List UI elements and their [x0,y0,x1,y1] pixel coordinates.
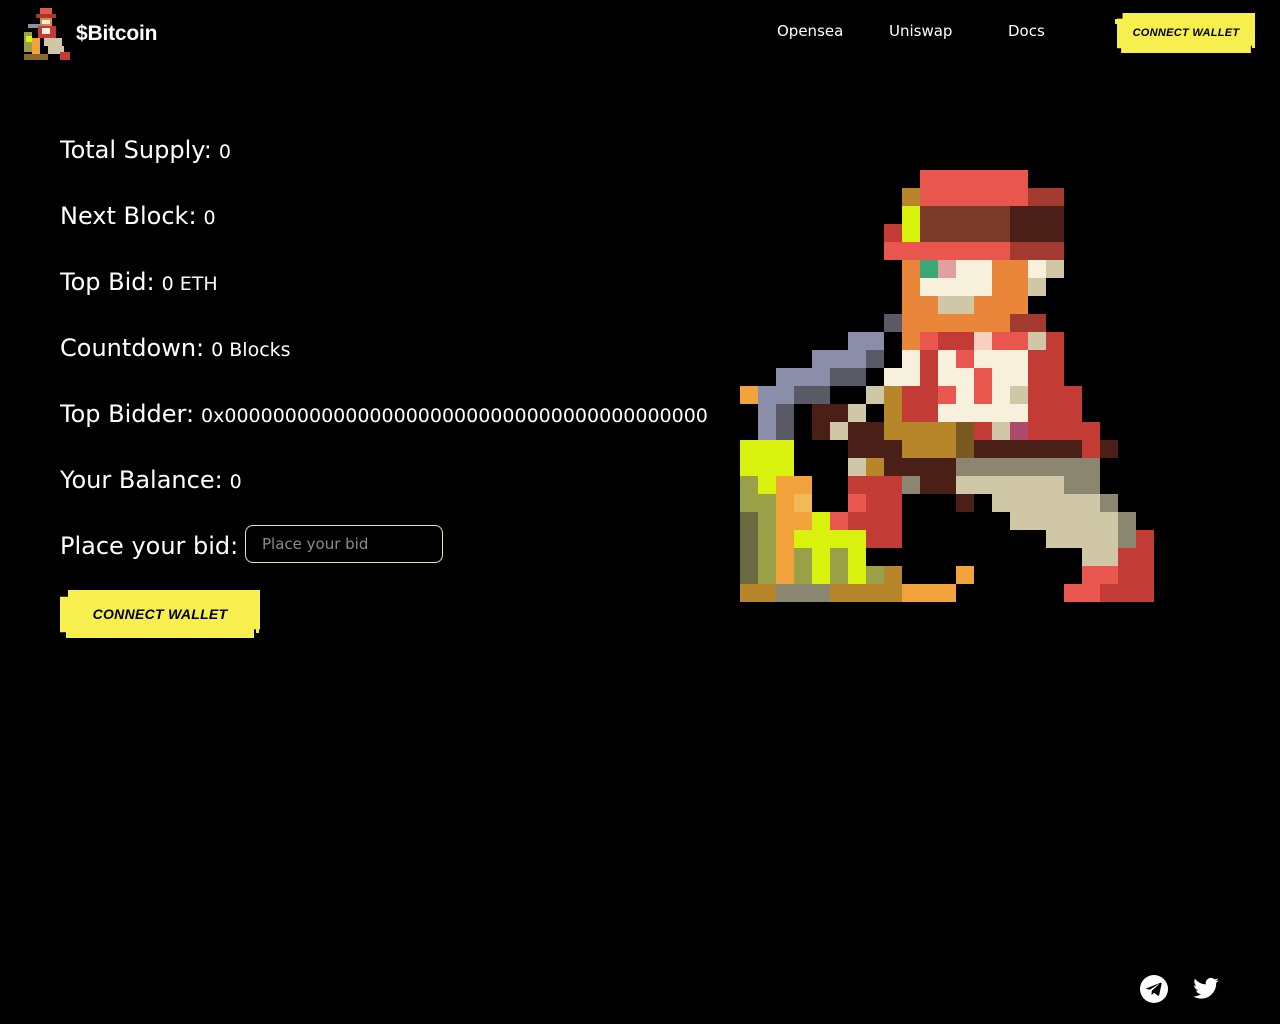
miner-illustration [740,170,1154,602]
twitter-icon[interactable] [1192,974,1220,1004]
connect-wallet-button-header[interactable]: Connect Wallet [1117,13,1255,53]
stat-value: 0x00000000000000000000000000000000000000… [201,405,708,427]
connect-wallet-button[interactable]: Connect Wallet [60,590,260,638]
stat-your-balance: Your Balance: 0 [60,466,242,494]
nav-link-opensea[interactable]: Opensea [777,22,843,40]
stat-value: 0 [218,141,231,163]
telegram-icon[interactable] [1139,974,1169,1004]
stat-label: Countdown: [60,334,205,362]
stat-countdown: Countdown: 0 Blocks [60,334,291,362]
stat-next-block: Next Block: 0 [60,202,216,230]
stat-label: Total Supply: [60,136,212,164]
nav-link-docs[interactable]: Docs [1008,22,1045,40]
nav-link-uniswap[interactable]: Uniswap [889,22,952,40]
bid-input[interactable] [245,525,443,563]
brand-name: $Bitcoin [76,22,158,45]
stat-label: Next Block: [60,202,197,230]
stat-value: 0 [203,207,216,229]
bid-label: Place your bid: [60,532,239,560]
bid-row: Place your bid: [60,532,238,560]
stat-label: Top Bidder: [60,400,195,428]
brand-logo[interactable]: $Bitcoin [24,8,157,60]
stat-top-bidder: Top Bidder: 0x00000000000000000000000000… [60,400,740,428]
stat-value: 0 [229,471,242,493]
stat-label: Your Balance: [60,466,223,494]
stat-label: Top Bid: [60,268,155,296]
stat-total-supply: Total Supply: 0 [60,136,231,164]
stat-value: 0 ETH [161,273,218,295]
miner-logo-icon [24,8,70,60]
stat-top-bid: Top Bid: 0 ETH [60,268,218,296]
stat-value: 0 Blocks [211,339,291,361]
